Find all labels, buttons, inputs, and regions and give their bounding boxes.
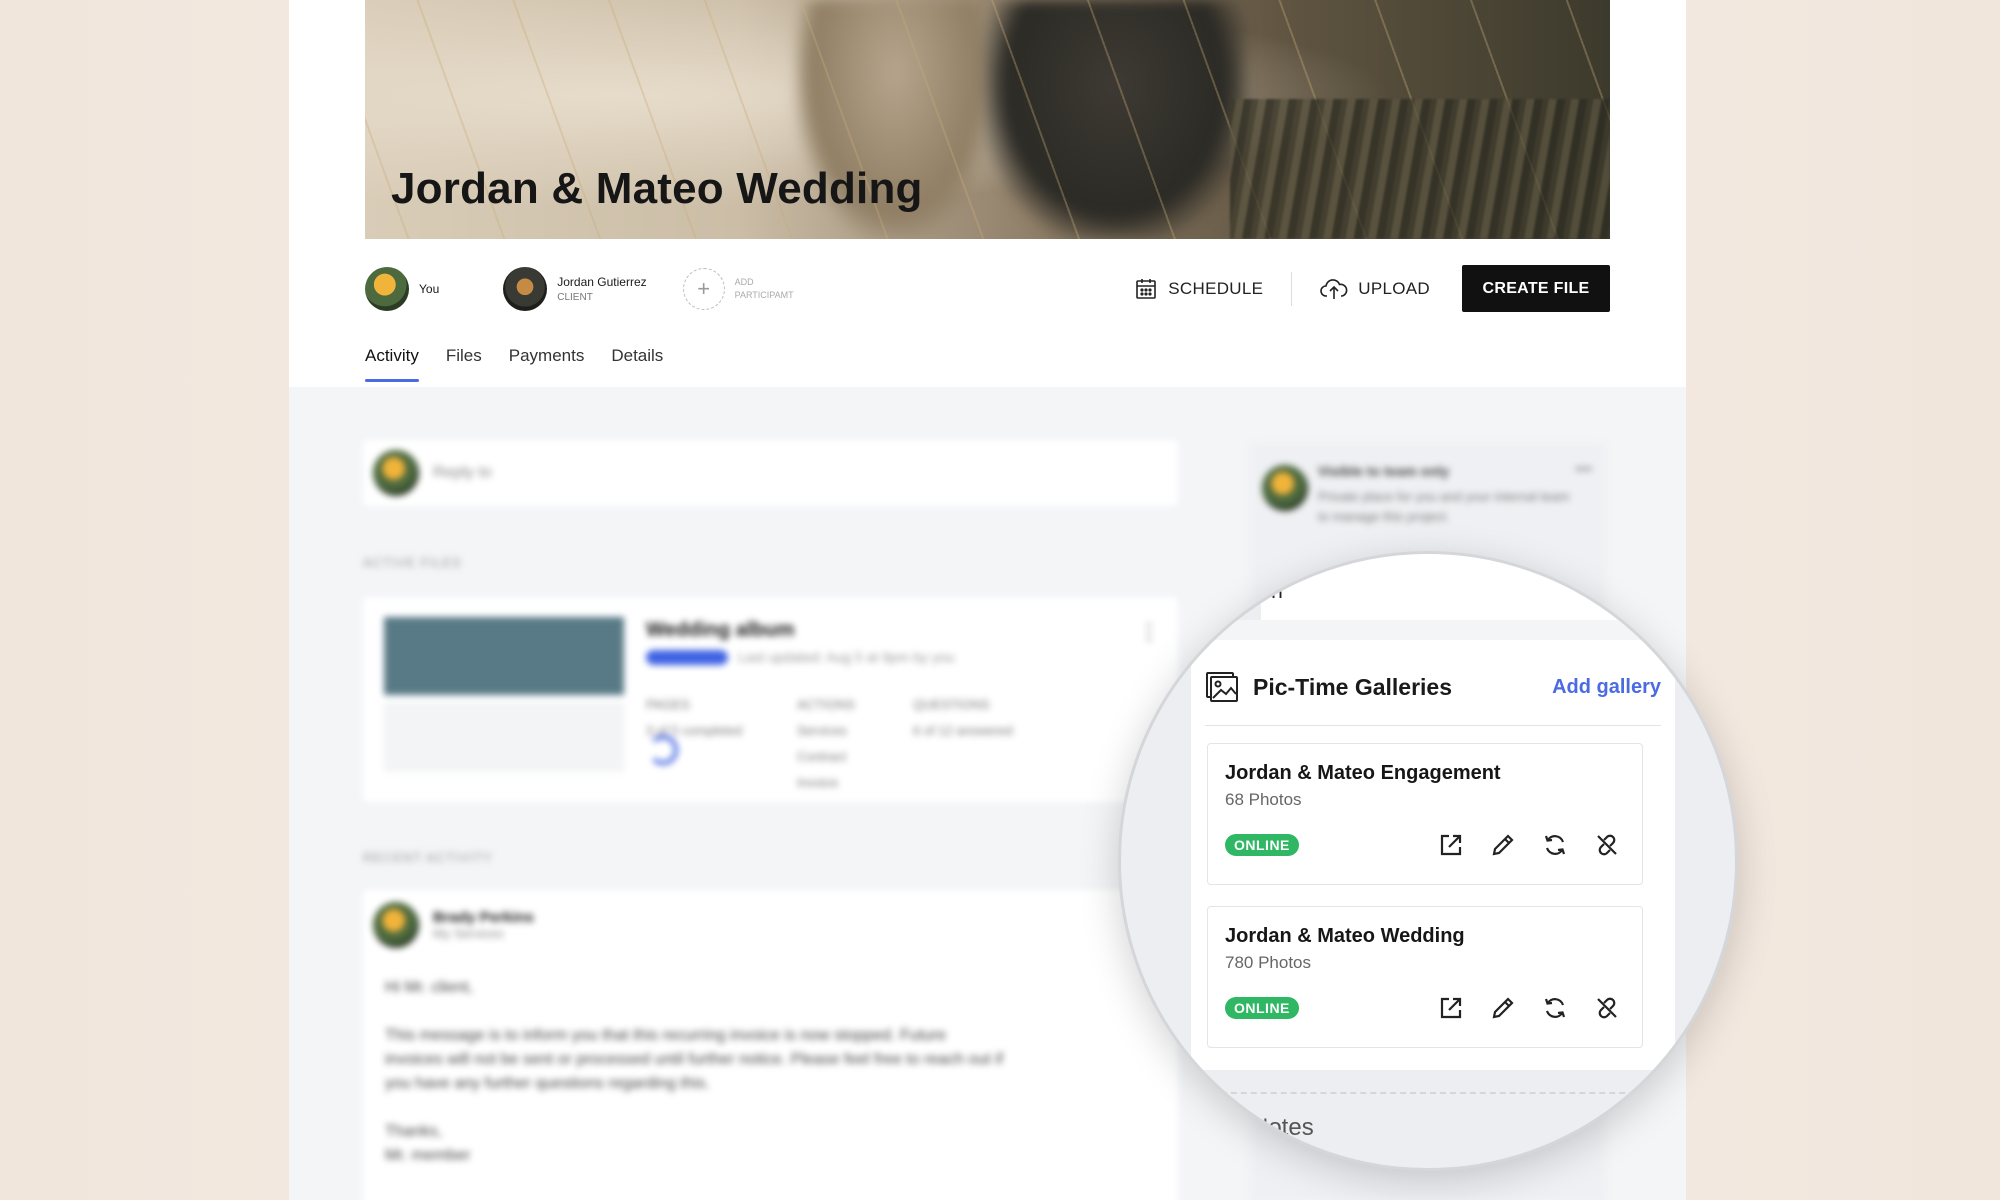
file-status-pill	[646, 650, 728, 665]
questions-val: 6 of 12 answered	[913, 723, 1013, 738]
add-gallery-link[interactable]: Add gallery	[1552, 676, 1661, 699]
tab-activity[interactable]: Activity	[365, 346, 419, 382]
hero-photo-field	[1230, 99, 1610, 239]
actions-head: ACTIONS	[797, 697, 855, 712]
dropdown-field[interactable]: wn	[1256, 554, 1721, 622]
dropdown-value: wn	[1256, 580, 1283, 603]
tab-details[interactable]: Details	[611, 346, 663, 382]
gallery-actions	[1414, 830, 1622, 860]
refresh-icon[interactable]	[1540, 993, 1570, 1023]
active-files-label: ACTIVE FILES	[363, 555, 462, 570]
galleries-title: Pic-Time Galleries	[1253, 673, 1453, 700]
lens-gap	[1121, 620, 1735, 640]
schedule-label: SCHEDULE	[1168, 278, 1264, 298]
plus-icon: +	[697, 276, 711, 301]
activity-avatar	[373, 902, 419, 948]
action-item: Invoice	[797, 775, 839, 790]
activity-author: Brady Perkins	[433, 909, 534, 926]
external-link-icon[interactable]	[1436, 993, 1466, 1023]
file-updated: Last updated: Aug 5 at 9pm by you	[738, 649, 955, 665]
tab-payments[interactable]: Payments	[509, 346, 585, 382]
file-card[interactable]: Wedding album Last updated: Aug 5 at 9pm…	[363, 597, 1178, 802]
action-divider	[1291, 271, 1293, 306]
gallery-actions	[1414, 993, 1622, 1023]
add-participant-button[interactable]: +	[682, 268, 725, 310]
tab-files[interactable]: Files	[446, 346, 482, 382]
side-avatar	[1262, 465, 1308, 511]
side-visibility: Visible to team only Private place for y…	[1250, 443, 1606, 543]
upload-button[interactable]: UPLOAD	[1320, 277, 1430, 301]
gallery-name: Jordan & Mateo Engagement	[1225, 762, 1501, 784]
pic-time-galleries-panel: Pic-Time Galleries Add gallery Jordan & …	[1191, 640, 1675, 1070]
avatar-client[interactable]	[503, 267, 548, 311]
questions-head: QUESTIONS	[913, 697, 990, 712]
activity-card: Brady Perkins My Services Hi Mr. client,…	[363, 890, 1178, 1200]
participant-client: Jordan Gutierrez CLIENT	[557, 275, 646, 303]
activity-signoff-name: Mr. member	[385, 1147, 471, 1164]
activity-signoff: Thanks,	[385, 1123, 442, 1140]
gallery-card: Jordan & Mateo Wedding 780 Photos ONLINE	[1207, 906, 1643, 1048]
project-tabs: Activity Files Payments Details	[365, 346, 690, 382]
recent-activity-label: RECENT ACTIVITY	[363, 850, 493, 865]
refresh-icon[interactable]	[1540, 830, 1570, 860]
more-icon[interactable]: •••	[1575, 461, 1592, 479]
file-col-questions: QUESTIONS 6 of 12 answered	[913, 692, 1013, 744]
activity-body: Hi Mr. client, This message is to inform…	[385, 976, 1005, 1168]
file-thumbnail	[384, 617, 624, 695]
activity-message: This message is to inform you that this …	[385, 1027, 1004, 1092]
add-label-line1: ADD	[734, 277, 754, 287]
gallery-name: Jordan & Mateo Wedding	[1225, 925, 1465, 947]
participants-row: You Jordan Gutierrez CLIENT + ADD PARTIC…	[365, 266, 794, 312]
client-role: CLIENT	[557, 292, 593, 303]
progress-ring	[648, 735, 678, 765]
file-thumbnail-lower	[384, 702, 624, 772]
project-title: Jordan & Mateo Wedding	[391, 164, 923, 213]
online-status-badge: ONLINE	[1225, 997, 1299, 1019]
pages-head: PAGES	[646, 697, 690, 712]
galleries-divider	[1205, 725, 1661, 726]
hero-banner: Jordan & Mateo Wedding	[365, 0, 1610, 239]
external-link-icon[interactable]	[1436, 830, 1466, 860]
file-title: Wedding album	[646, 619, 795, 641]
unlink-icon[interactable]	[1592, 830, 1622, 860]
page-header: Jordan & Mateo Wedding You Jordan Gutier…	[289, 0, 1686, 387]
section-divider	[1191, 1092, 1675, 1094]
upload-label: UPLOAD	[1358, 278, 1430, 298]
visibility-sub: Private place for you and your internal …	[1318, 489, 1570, 524]
gallery-card: Jordan & Mateo Engagement 68 Photos ONLI…	[1207, 743, 1643, 885]
galleries-header: Pic-Time Galleries Add gallery	[1205, 662, 1661, 712]
reply-box[interactable]: Reply to	[363, 440, 1178, 506]
action-item: Contract	[797, 749, 847, 764]
create-file-button[interactable]: CREATE FILE	[1462, 265, 1610, 312]
unlink-icon[interactable]	[1592, 993, 1622, 1023]
schedule-button[interactable]: SCHEDULE	[1134, 277, 1263, 301]
add-label-line2: PARTICIPAMT	[734, 290, 794, 300]
header-actions: SCHEDULE UPLOAD CREATE FILE	[1134, 265, 1610, 312]
image-icon	[1206, 672, 1238, 702]
avatar-you[interactable]	[365, 267, 409, 311]
cloud-upload-icon	[1320, 278, 1348, 299]
online-status-badge: ONLINE	[1225, 834, 1299, 856]
reply-avatar	[373, 450, 419, 496]
gallery-photo-count: 780 Photos	[1225, 953, 1312, 972]
pencil-icon[interactable]	[1488, 830, 1518, 860]
participant-you-label: You	[419, 282, 440, 296]
activity-author-sub: My Services	[433, 926, 504, 941]
add-participant-label[interactable]: ADD PARTICIPAMT	[735, 276, 794, 302]
reply-placeholder: Reply to	[433, 464, 492, 481]
client-name: Jordan Gutierrez	[557, 275, 647, 289]
activity-greeting: Hi Mr. client,	[385, 979, 474, 996]
action-item: Services	[797, 723, 847, 738]
gallery-photo-count: 68 Photos	[1225, 790, 1302, 809]
notes-heading: Notes	[1251, 1114, 1314, 1141]
visibility-title: Visible to team only	[1318, 463, 1450, 479]
magnifier-lens: wn Pic-Time Galleries Add gallery Jordan…	[1118, 551, 1738, 1171]
file-col-actions: ACTIONS Services Contract Invoice	[797, 692, 855, 796]
calendar-icon	[1136, 278, 1157, 299]
pencil-icon[interactable]	[1488, 993, 1518, 1023]
activity-header: Brady Perkins My Services	[373, 902, 534, 948]
